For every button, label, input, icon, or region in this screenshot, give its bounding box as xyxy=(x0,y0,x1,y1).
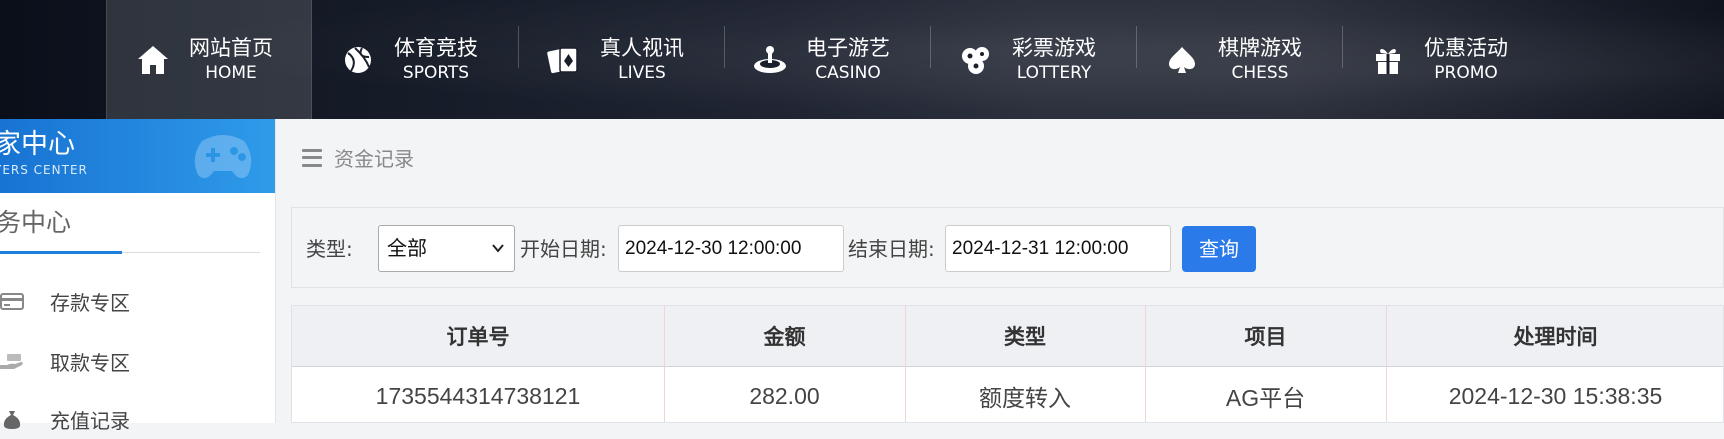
column-header-type: 类型 xyxy=(1004,325,1046,349)
nav-label-cn: 彩票游戏 xyxy=(1012,35,1096,60)
column-header-amount: 金额 xyxy=(763,325,806,349)
nav-label-cn: 电子游艺 xyxy=(806,35,890,60)
player-center-banner: 家中心 YERS CENTER xyxy=(0,119,275,193)
records-table: 订单号 金额 类型 项目 处理时间 1735544314738121 282.0… xyxy=(291,305,1724,423)
cell-processed-time: 2024-12-30 15:38:35 xyxy=(1448,382,1663,409)
card-icon xyxy=(0,287,26,315)
top-navigation: 网站首页 HOME 体育竞技 SPORTS 真人视讯 LIVES 电子游艺 CASINO… xyxy=(0,0,1724,119)
cell-amount: 282.00 xyxy=(749,382,820,409)
menu-icon[interactable] xyxy=(302,148,322,167)
type-label: 类型: xyxy=(306,237,353,261)
sidebar-section-title: 务中心 xyxy=(0,208,72,237)
query-button[interactable]: 查询 xyxy=(1182,226,1256,272)
nav-item-lottery[interactable]: 彩票游戏 LOTTERY xyxy=(930,0,1136,119)
section-underline xyxy=(0,251,122,254)
cards-icon xyxy=(542,38,586,82)
cell-type: 额度转入 xyxy=(979,385,1071,411)
nav-item-lives[interactable]: 真人视讯 LIVES xyxy=(518,0,724,119)
nav-label-en: CHESS xyxy=(1231,62,1289,83)
column-header-processed-time: 处理时间 xyxy=(1513,325,1598,349)
nav-label-cn: 网站首页 xyxy=(189,35,273,60)
start-date-label: 开始日期: xyxy=(520,237,607,261)
player-center-subtitle: YERS CENTER xyxy=(0,163,88,177)
page-title: 资金记录 xyxy=(334,147,414,171)
nav-item-promo[interactable]: 优惠活动 PROMO xyxy=(1342,0,1548,119)
sidebar-item-label: 存款专区 xyxy=(50,290,130,315)
nav-item-casino[interactable]: 电子游艺 CASINO xyxy=(724,0,930,119)
gift-icon xyxy=(1366,38,1410,82)
nav-label-cn: 体育竞技 xyxy=(394,35,478,60)
sidebar-item-withdraw[interactable]: 取款专区 xyxy=(0,341,275,381)
gamepad-icon xyxy=(194,135,252,179)
sidebar-item-deposit[interactable]: 存款专区 xyxy=(0,281,275,321)
roulette-icon xyxy=(748,38,792,82)
nav-item-home[interactable]: 网站首页 HOME xyxy=(106,0,312,119)
cell-item: AG平台 xyxy=(1225,385,1306,411)
nav-label-en: CASINO xyxy=(815,62,881,83)
nav-label-en: LIVES xyxy=(618,62,666,83)
cell-order-no: 1735544314738121 xyxy=(375,382,581,409)
lottery-balls-icon xyxy=(954,38,998,82)
withdraw-hand-icon xyxy=(0,347,26,375)
nav-label-en: HOME xyxy=(205,62,257,83)
breadcrumb: 资金记录 xyxy=(302,143,414,172)
nav-label-cn: 真人视讯 xyxy=(600,35,684,60)
sidebar-item-recharge-records[interactable]: 充值记录 xyxy=(0,399,275,439)
nav-item-sports[interactable]: 体育竞技 SPORTS xyxy=(312,0,518,119)
column-header-order-no: 订单号 xyxy=(446,325,510,349)
nav-label-en: PROMO xyxy=(1434,62,1498,83)
nav-label-cn: 优惠活动 xyxy=(1424,35,1508,60)
column-header-item: 项目 xyxy=(1244,325,1287,349)
nav-label-cn: 棋牌游戏 xyxy=(1218,35,1302,60)
end-date-input[interactable]: 2024-12-31 12:00:00 xyxy=(945,225,1171,272)
type-select-value: 全部 xyxy=(387,236,427,260)
nav-label-en: SPORTS xyxy=(402,62,470,83)
nav-label-en: LOTTERY xyxy=(1016,62,1092,83)
end-date-label: 结束日期: xyxy=(848,237,935,261)
player-center-title: 家中心 xyxy=(0,129,75,160)
ball-icon xyxy=(336,38,380,82)
type-select[interactable]: 全部 xyxy=(378,225,515,272)
start-date-input[interactable]: 2024-12-30 12:00:00 xyxy=(618,225,844,272)
sidebar: 家中心 YERS CENTER 务中心 存款专区 取款专区 充值记录 xyxy=(0,119,276,433)
money-bag-icon xyxy=(0,405,26,433)
nav-item-chess[interactable]: 棋牌游戏 CHESS xyxy=(1136,0,1342,119)
home-icon xyxy=(131,38,175,82)
spade-icon xyxy=(1160,38,1204,82)
sidebar-item-label: 取款专区 xyxy=(50,350,130,375)
chevron-down-icon xyxy=(492,244,504,253)
filter-bar: 类型: 全部 开始日期: 2024-12-30 12:00:00 结束日期: 2… xyxy=(291,207,1724,288)
section-divider xyxy=(122,252,260,253)
sidebar-item-label: 充值记录 xyxy=(50,408,130,433)
